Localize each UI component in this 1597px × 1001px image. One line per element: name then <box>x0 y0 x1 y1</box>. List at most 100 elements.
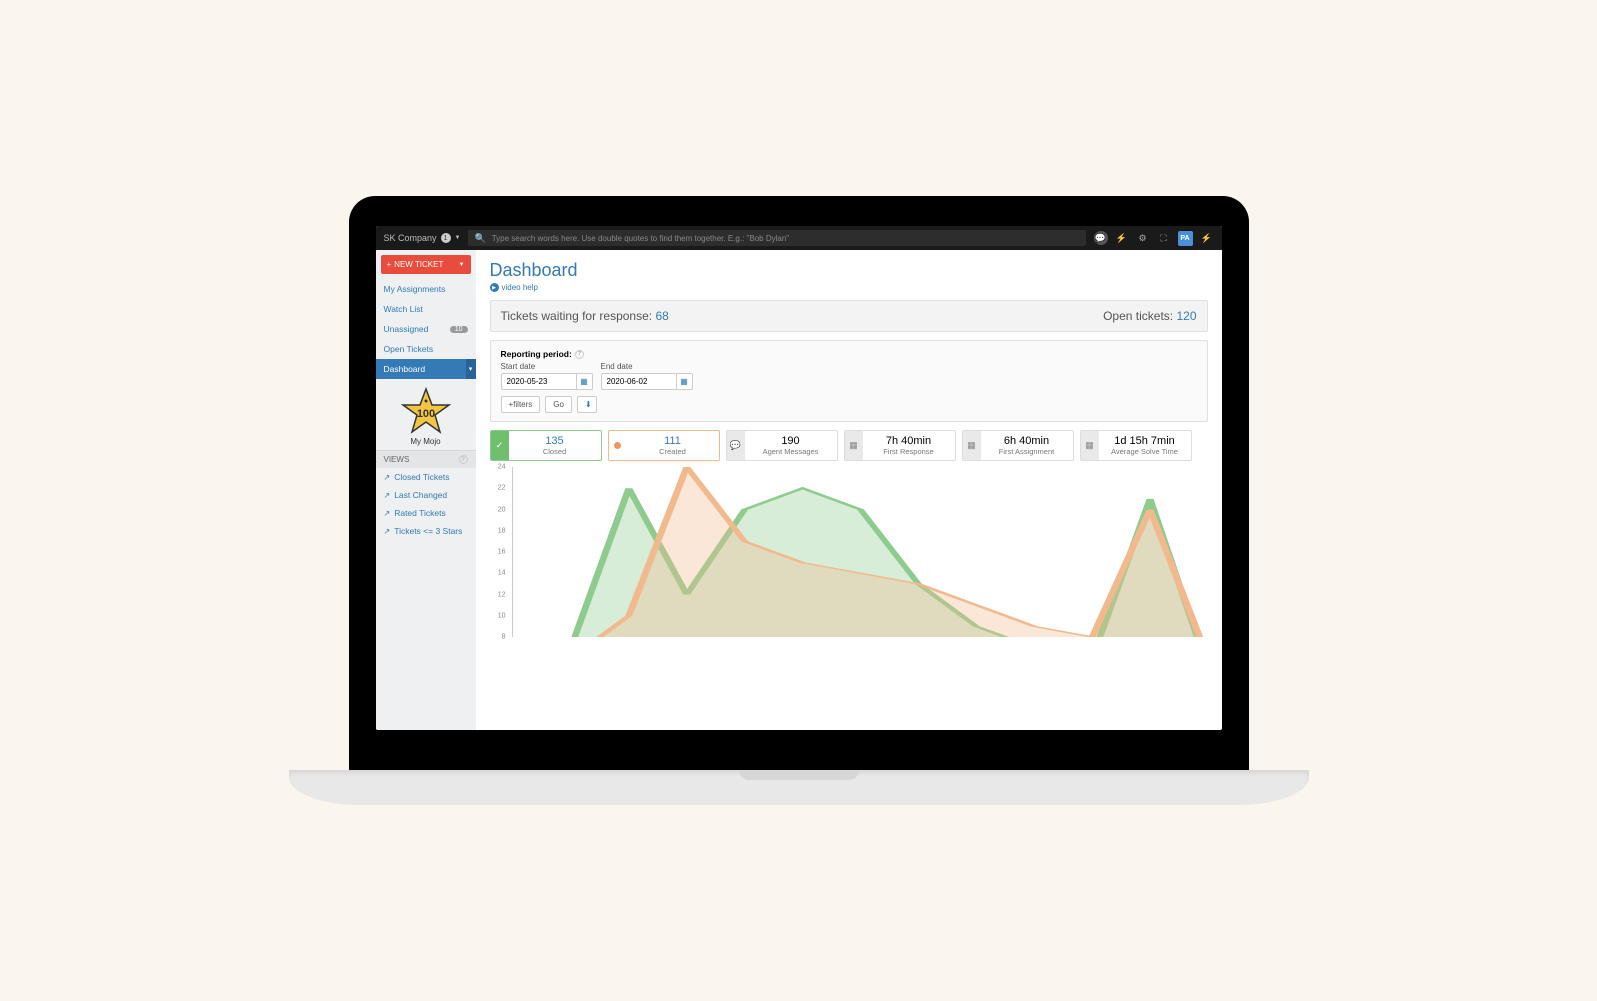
app-body: +NEW TICKET ▼ My Assignments Watch List … <box>376 250 1222 730</box>
external-link-icon: ↗ <box>384 527 391 536</box>
view-item-lowstars[interactable]: ↗Tickets <= 3 Stars <box>376 522 476 540</box>
stat-card[interactable]: 111Created <box>608 430 720 461</box>
y-tick: 10 <box>498 612 506 619</box>
card-icon: ▦ <box>845 431 863 460</box>
play-icon: ▶ <box>490 283 499 292</box>
search-input[interactable] <box>492 234 1080 243</box>
sidebar: +NEW TICKET ▼ My Assignments Watch List … <box>376 250 476 730</box>
calendar-icon[interactable]: ▦ <box>577 373 593 390</box>
new-ticket-button[interactable]: +NEW TICKET ▼ <box>381 255 471 274</box>
chat-icon[interactable]: 💬 <box>1094 231 1108 245</box>
bolt-icon[interactable]: ⚡ <box>1200 231 1214 245</box>
y-tick: 18 <box>498 527 506 534</box>
help-icon[interactable]: ? <box>459 455 468 464</box>
page-title: Dashboard <box>490 260 1208 281</box>
card-icon: ▦ <box>1081 431 1099 460</box>
sidebar-item-assignments[interactable]: My Assignments <box>376 279 476 299</box>
screen: SK Company 1 ▼ 🔍 💬 ⚡ ⚙ ⛶ PA ⚡ +NEW TICKE… <box>376 226 1222 730</box>
external-link-icon: ↗ <box>384 509 391 518</box>
gear-icon[interactable]: ⚙ <box>1136 231 1150 245</box>
mojo-widget: 100 My Mojo <box>376 379 476 450</box>
y-tick: 14 <box>498 570 506 577</box>
help-icon[interactable]: ? <box>575 350 584 359</box>
svg-text:100: 100 <box>416 408 434 420</box>
chart-area: 81012141618202224 <box>490 467 1208 637</box>
laptop-base <box>289 770 1309 805</box>
external-link-icon: ↗ <box>384 491 391 500</box>
sidebar-item-open-tickets[interactable]: Open Tickets <box>376 339 476 359</box>
stat-card[interactable]: ✓135Closed <box>490 430 602 461</box>
flame-icon[interactable]: ⚡ <box>1115 231 1129 245</box>
sidebar-item-dashboard[interactable]: Dashboard▾ <box>376 359 476 379</box>
card-label: Created <box>635 447 711 456</box>
bezel: SK Company 1 ▼ 🔍 💬 ⚡ ⚙ ⛶ PA ⚡ +NEW TICKE… <box>349 196 1249 770</box>
waiting-stat: Tickets waiting for response: 68 <box>501 309 669 323</box>
stats-bar: Tickets waiting for response: 68 Open ti… <box>490 300 1208 332</box>
topbar: SK Company 1 ▼ 🔍 💬 ⚡ ⚙ ⛶ PA ⚡ <box>376 226 1222 250</box>
go-button[interactable]: Go <box>545 396 572 413</box>
chevron-down-icon[interactable]: ▾ <box>466 359 476 379</box>
card-value: 135 <box>517 435 593 447</box>
search-bar: 🔍 <box>468 230 1085 246</box>
count-badge: 10 <box>450 326 468 333</box>
stat-card[interactable]: ▦ 1d 15h 7minAverage Solve Time <box>1080 430 1192 461</box>
sidebar-item-watchlist[interactable]: Watch List <box>376 299 476 319</box>
expand-icon[interactable]: ⛶ <box>1157 231 1171 245</box>
card-value: 1d 15h 7min <box>1107 435 1183 447</box>
card-value: 111 <box>635 435 711 447</box>
chevron-down-icon: ▼ <box>459 262 465 268</box>
card-value: 190 <box>753 435 829 447</box>
y-tick: 16 <box>498 549 506 556</box>
stat-card[interactable]: ▦6h 40minFirst Assignment <box>962 430 1074 461</box>
sidebar-item-label: Unassigned <box>384 324 429 334</box>
view-item-rated[interactable]: ↗Rated Tickets <box>376 504 476 522</box>
view-item-last-changed[interactable]: ↗Last Changed <box>376 486 476 504</box>
filters-button[interactable]: +filters <box>501 396 541 413</box>
laptop-frame: SK Company 1 ▼ 🔍 💬 ⚡ ⚙ ⛶ PA ⚡ +NEW TICKE… <box>349 196 1249 805</box>
view-label: Tickets <= 3 Stars <box>394 526 462 536</box>
company-selector[interactable]: SK Company 1 ▼ <box>384 233 461 243</box>
card-icon: ▦ <box>963 431 981 460</box>
y-axis: 81012141618202224 <box>490 467 510 637</box>
calendar-icon[interactable]: ▦ <box>677 373 693 390</box>
reporting-period-box: Reporting period:? Start date ▦ End date… <box>490 340 1208 422</box>
waiting-value[interactable]: 68 <box>655 309 668 323</box>
page-header: Dashboard ▶video help <box>476 250 1222 300</box>
laptop-notch <box>739 770 859 780</box>
start-date-col: Start date ▦ <box>501 362 593 390</box>
sidebar-item-label: Watch List <box>384 304 423 314</box>
stat-card[interactable]: ▦7h 40minFirst Response <box>844 430 956 461</box>
topbar-icons: 💬 ⚡ ⚙ ⛶ PA ⚡ <box>1094 231 1214 246</box>
y-tick: 20 <box>498 506 506 513</box>
card-value: 7h 40min <box>871 435 947 447</box>
chart-plot <box>512 467 1208 637</box>
avatar[interactable]: PA <box>1178 231 1193 246</box>
start-date-input[interactable] <box>501 373 577 390</box>
view-item-closed[interactable]: ↗Closed Tickets <box>376 468 476 486</box>
new-ticket-label: NEW TICKET <box>394 260 443 269</box>
start-date-label: Start date <box>501 362 593 371</box>
card-label: Average Solve Time <box>1107 447 1183 456</box>
card-label: Agent Messages <box>753 447 829 456</box>
stat-card[interactable]: 💬190Agent Messages <box>726 430 838 461</box>
main-content: Dashboard ▶video help Tickets waiting fo… <box>476 250 1222 730</box>
filter-button-row: +filters Go ⬇ <box>501 396 1197 413</box>
waiting-label: Tickets waiting for response: <box>501 309 656 323</box>
open-label: Open tickets: <box>1103 309 1176 323</box>
video-help-label: video help <box>502 283 538 292</box>
download-button[interactable]: ⬇ <box>577 396 597 413</box>
sidebar-item-label: Open Tickets <box>384 344 434 354</box>
search-icon: 🔍 <box>474 233 485 244</box>
view-label: Rated Tickets <box>394 508 446 518</box>
y-tick: 22 <box>498 485 506 492</box>
video-help-link[interactable]: ▶video help <box>490 283 1208 292</box>
card-icon <box>609 431 627 460</box>
open-value[interactable]: 120 <box>1176 309 1196 323</box>
plus-icon: + <box>387 260 392 269</box>
end-date-input[interactable] <box>601 373 677 390</box>
card-label: Closed <box>517 447 593 456</box>
sidebar-item-unassigned[interactable]: Unassigned 10 <box>376 319 476 339</box>
company-name: SK Company <box>384 233 437 243</box>
view-label: Closed Tickets <box>394 472 449 482</box>
view-label: Last Changed <box>394 490 447 500</box>
